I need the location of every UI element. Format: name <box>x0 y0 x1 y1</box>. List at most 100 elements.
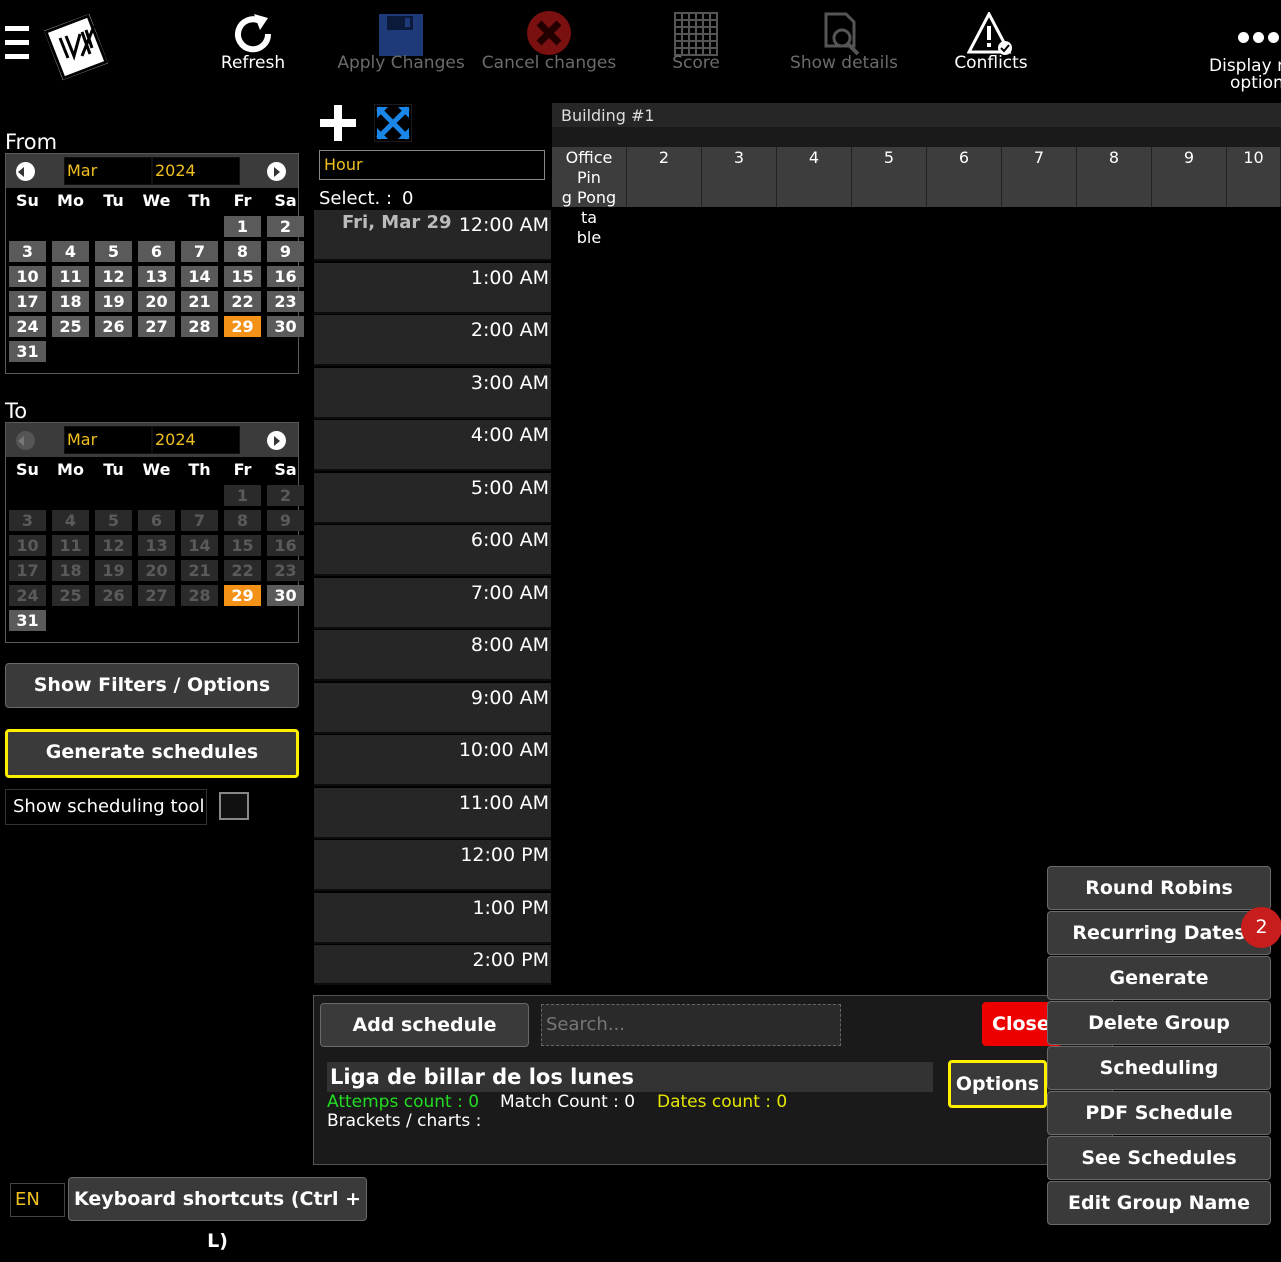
column-header: 10 <box>1227 147 1281 207</box>
day-cell[interactable]: 17 <box>9 291 46 312</box>
add-schedule-group-button[interactable]: Add schedule group <box>320 1003 529 1078</box>
menu-item-recurring-dates[interactable]: Recurring Dates <box>1047 911 1271 955</box>
day-cell[interactable]: 13 <box>138 266 175 287</box>
from-year-select[interactable]: 2024 <box>152 157 240 185</box>
time-label: 7:00 AM <box>470 581 549 604</box>
day-cell[interactable]: 4 <box>52 241 89 262</box>
menu-item-round-robins[interactable]: Round Robins <box>1047 866 1271 910</box>
day-cell[interactable]: 9 <box>267 241 304 262</box>
day-cell: 21 <box>181 560 218 581</box>
time-slot[interactable]: 5:00 AM <box>314 472 551 524</box>
search-input[interactable]: Search... <box>541 1004 841 1046</box>
day-cell[interactable]: 31 <box>9 610 46 631</box>
day-cell[interactable]: 16 <box>267 266 304 287</box>
time-slot[interactable]: 8:00 AM <box>314 630 551 681</box>
time-slot[interactable]: 2:00 PM <box>314 945 551 985</box>
language-select[interactable]: EN <box>10 1183 65 1217</box>
day-cell[interactable]: 26 <box>95 316 132 337</box>
time-slot[interactable]: 1:00 AM <box>314 262 551 314</box>
time-slot[interactable]: 3:00 AM <box>314 367 551 419</box>
conflicts-label: Conflicts <box>954 53 1028 73</box>
column-header: 3 <box>702 147 777 207</box>
day-cell[interactable]: 27 <box>138 316 175 337</box>
hour-field[interactable]: Hour <box>319 150 545 180</box>
from-month-select[interactable]: Mar <box>64 157 152 185</box>
menu-icon[interactable] <box>5 26 29 66</box>
day-cell[interactable]: 7 <box>181 241 218 262</box>
day-cell[interactable]: 29 <box>224 585 261 606</box>
time-slot[interactable]: 11:00 AM <box>314 787 551 839</box>
menu-item-edit-group-name[interactable]: Edit Group Name <box>1047 1181 1271 1225</box>
day-cell[interactable]: 30 <box>267 316 304 337</box>
time-slot[interactable]: 10:00 AM <box>314 735 551 786</box>
day-cell[interactable]: 12 <box>95 266 132 287</box>
next-month-button[interactable] <box>267 162 286 181</box>
day-cell[interactable]: 25 <box>52 316 89 337</box>
time-slot[interactable]: 4:00 AM <box>314 420 551 471</box>
next-month-button[interactable] <box>267 431 286 450</box>
prev-month-button[interactable] <box>16 162 35 181</box>
cancel-changes-button[interactable]: Cancel changes <box>474 8 624 72</box>
generate-schedules-button[interactable]: Generate schedules <box>5 729 299 778</box>
column-header-1-line2: g Pong ta <box>561 188 617 227</box>
day-cell[interactable]: 6 <box>138 241 175 262</box>
keyboard-shortcuts-button[interactable]: Keyboard shortcuts (Ctrl + L) <box>68 1177 367 1252</box>
day-cell[interactable]: 10 <box>9 266 46 287</box>
weekday-label: Mo <box>57 191 84 210</box>
recurring-dates-badge: 2 <box>1241 907 1281 948</box>
day-cell[interactable]: 5 <box>95 241 132 262</box>
menu-item-pdf-schedule[interactable]: PDF Schedule <box>1047 1091 1271 1135</box>
day-cell[interactable]: 2 <box>267 216 304 237</box>
show-filters-button[interactable]: Show Filters / Options <box>5 663 299 708</box>
score-button[interactable]: Score <box>621 8 771 72</box>
day-cell[interactable]: 20 <box>138 291 175 312</box>
menu-item-see-schedules[interactable]: See Schedules <box>1047 1136 1271 1180</box>
day-cell[interactable]: 11 <box>52 266 89 287</box>
show-details-button[interactable]: Show details <box>769 8 919 72</box>
time-slot[interactable]: 2:00 AM <box>314 315 551 366</box>
day-cell[interactable]: 24 <box>9 316 46 337</box>
day-cell[interactable]: 28 <box>181 316 218 337</box>
add-icon[interactable] <box>320 105 356 141</box>
day-cell[interactable]: 19 <box>95 291 132 312</box>
day-cell[interactable]: 30 <box>267 585 304 606</box>
scheduling-tool-checkbox[interactable] <box>219 792 249 820</box>
day-cell[interactable]: 21 <box>181 291 218 312</box>
warning-icon <box>916 8 1066 56</box>
day-cell[interactable]: 18 <box>52 291 89 312</box>
day-empty <box>52 216 89 237</box>
column-header: 8 <box>1077 147 1152 207</box>
prev-month-button[interactable] <box>16 431 35 450</box>
day-cell[interactable]: 22 <box>224 291 261 312</box>
weekday-label: Th <box>188 191 211 210</box>
day-cell: 27 <box>138 585 175 606</box>
display-options-button[interactable]: Display m option <box>1200 20 1281 96</box>
day-cell[interactable]: 31 <box>9 341 46 362</box>
conflicts-button[interactable]: Conflicts <box>916 8 1066 72</box>
time-slot[interactable]: 12:00 PM <box>314 840 551 891</box>
day-cell[interactable]: 15 <box>224 266 261 287</box>
time-slot[interactable]: 1:00 PM <box>314 892 551 944</box>
to-month-select[interactable]: Mar <box>64 426 152 454</box>
time-slot[interactable]: 7:00 AM <box>314 577 551 629</box>
day-cell[interactable]: 1 <box>224 216 261 237</box>
time-label: 9:00 AM <box>470 686 549 709</box>
menu-item-generate[interactable]: Generate <box>1047 956 1271 1000</box>
column-header: 6 <box>927 147 1002 207</box>
to-year-select[interactable]: 2024 <box>152 426 240 454</box>
time-slot[interactable]: 6:00 AM <box>314 525 551 576</box>
apply-changes-button[interactable]: Apply Changes <box>326 8 476 72</box>
day-cell[interactable]: 29 <box>224 316 261 337</box>
time-slot[interactable]: 9:00 AM <box>314 682 551 734</box>
day-cell[interactable]: 3 <box>9 241 46 262</box>
scheduling-tool-label: Show scheduling tool <box>5 789 207 825</box>
options-button[interactable]: Options <box>948 1060 1047 1108</box>
day-cell[interactable]: 8 <box>224 241 261 262</box>
day-cell: 2 <box>267 485 304 506</box>
day-cell[interactable]: 23 <box>267 291 304 312</box>
refresh-button[interactable]: Refresh <box>178 8 328 72</box>
menu-item-scheduling-statistics[interactable]: Scheduling Statistics <box>1047 1046 1271 1121</box>
menu-item-delete-group[interactable]: Delete Group <box>1047 1001 1271 1045</box>
expand-icon[interactable] <box>373 103 413 143</box>
day-cell[interactable]: 14 <box>181 266 218 287</box>
